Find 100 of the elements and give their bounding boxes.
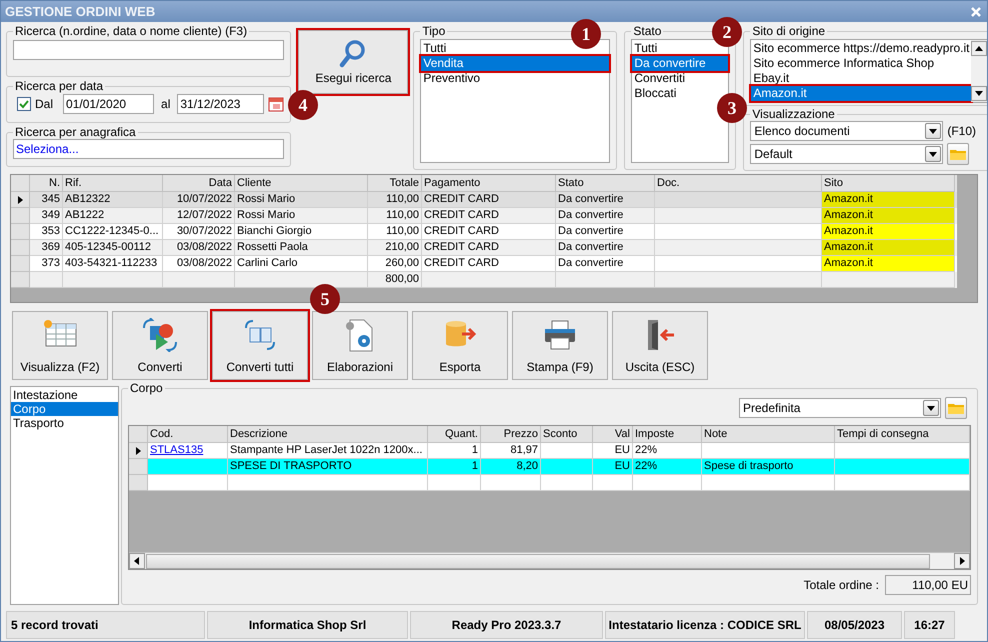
- list-item[interactable]: Amazon.it: [751, 86, 972, 101]
- group-label: Corpo: [129, 381, 164, 395]
- folder-button[interactable]: [945, 397, 967, 419]
- row-header-cell[interactable]: [11, 256, 30, 272]
- row-header-cell[interactable]: [11, 208, 30, 224]
- date-field[interactable]: 31/12/2023: [177, 94, 264, 114]
- group-label: Ricerca per anagrafica: [14, 125, 137, 139]
- calendar-icon: [268, 96, 284, 112]
- list-item[interactable]: Vendita: [421, 56, 610, 71]
- status-field: 16:27: [904, 611, 955, 639]
- toolbar-button[interactable]: Stampa (F9): [512, 311, 608, 380]
- list-item[interactable]: Trasporto: [11, 416, 118, 430]
- toolbar-button[interactable]: Converti: [112, 311, 208, 380]
- folder-icon: [948, 402, 964, 414]
- list-item[interactable]: Tutti: [421, 41, 448, 56]
- table-row[interactable]: 373 403-54321-112233 03/08/2022 Carlini Carlo 260,00 CREDIT CARD Da convertire Amazon.it: [11, 256, 957, 272]
- group-label: Ricerca per data: [14, 79, 104, 93]
- toolbar-button[interactable]: Converti tutti: [212, 311, 308, 380]
- row-header-cell[interactable]: [11, 192, 30, 208]
- group-label: Tipo: [421, 24, 446, 38]
- caret-icon: [929, 128, 938, 134]
- group-label: Sito di origine: [751, 24, 826, 38]
- search-field[interactable]: [13, 40, 284, 60]
- toolbar-button[interactable]: Esporta: [412, 311, 508, 380]
- dropdown-button[interactable]: [925, 123, 942, 139]
- group-label: Ricerca (n.ordine, data o nome cliente) (F3): [14, 24, 248, 38]
- table-row[interactable]: SPESE DI TRASPORTO 1 8,20 EU 22% Spese di trasporto: [129, 459, 970, 475]
- documents-icon: [242, 318, 278, 352]
- table-cell: Amazon.it: [822, 240, 955, 256]
- status-field: 5 record trovati: [6, 611, 205, 639]
- search-icon: [339, 39, 368, 69]
- table-cell: Amazon.it: [822, 224, 955, 240]
- dropdown-button[interactable]: [925, 146, 942, 162]
- list-box[interactable]: Tutti Vendita Preventivo: [420, 39, 610, 163]
- list-item[interactable]: Intestazione: [11, 388, 118, 402]
- date-field[interactable]: 01/01/2020: [63, 94, 154, 114]
- status-field: Intestatario licenza : CODICE SRL: [605, 611, 805, 639]
- table-icon: [42, 318, 78, 348]
- table-row[interactable]: 345 AB12322 10/07/2022 Rossi Mario 110,00 CREDIT CARD Da convertire Amazon.it: [11, 192, 957, 208]
- table-cell: Amazon.it: [822, 256, 955, 272]
- printer-icon: [542, 318, 578, 352]
- list-item[interactable]: Sito ecommerce Informatica Shop: [751, 56, 936, 71]
- toolbar-button[interactable]: Visualizza (F2): [12, 311, 108, 380]
- scrollbar[interactable]: [971, 40, 987, 102]
- checkbox[interactable]: [17, 97, 31, 111]
- total-label: Totale ordine :: [804, 577, 879, 594]
- caret-icon: [929, 152, 938, 156]
- search-button[interactable]: Esegui ricerca: [298, 30, 408, 94]
- row-header-cell[interactable]: [11, 224, 30, 240]
- field-label: al: [161, 96, 170, 113]
- row-header-cell[interactable]: [129, 475, 148, 491]
- shortcut-label: (F10): [947, 123, 976, 140]
- total-field: 110,00 EU: [885, 575, 971, 595]
- list-item[interactable]: Tutti: [632, 41, 660, 56]
- product-link[interactable]: STLAS135: [150, 444, 204, 456]
- table-cell: Amazon.it: [822, 192, 955, 208]
- window-title: GESTIONE ORDINI WEB: [5, 2, 156, 21]
- table-row[interactable]: 369 405-12345-00112 03/08/2022 Rossetti Paola 210,00 CREDIT CARD Da convertire Amazon.it: [11, 240, 957, 256]
- close-button[interactable]: [969, 4, 983, 18]
- status-field: Informatica Shop Srl: [207, 611, 408, 639]
- list-box[interactable]: Tutti Da convertire Convertiti Bloccati: [631, 39, 730, 163]
- status-field: Ready Pro 2023.3.7: [410, 611, 603, 639]
- check-icon: [19, 100, 29, 108]
- convert-icon: [142, 318, 178, 352]
- list-item[interactable]: Ebay.it: [751, 71, 792, 86]
- calendar-button[interactable]: [268, 96, 284, 112]
- select-field[interactable]: Seleziona...: [13, 139, 284, 159]
- table-cell: Amazon.it: [822, 208, 955, 224]
- table-row[interactable]: 353 CC1222-12345-0... 30/07/2022 Bianchi Giorgio 110,00 CREDIT CARD Da convertire Amazon.it: [11, 224, 957, 240]
- status-field: 08/05/2023: [807, 611, 902, 639]
- checkbox-label: Dal: [35, 96, 54, 113]
- list-item[interactable]: Preventivo: [421, 71, 482, 86]
- horizontal-scrollbar[interactable]: [129, 552, 970, 569]
- list-item[interactable]: Bloccati: [632, 86, 678, 101]
- dropdown-field[interactable]: Predefinita: [739, 398, 941, 418]
- table-row[interactable]: 349 AB1222 12/07/2022 Rossi Mario 110,00 CREDIT CARD Da convertire Amazon.it: [11, 208, 957, 224]
- row-header-cell[interactable]: [11, 272, 30, 288]
- dropdown-button[interactable]: [923, 400, 939, 416]
- row-header-cell[interactable]: [129, 459, 148, 475]
- current-row-icon: [18, 196, 22, 204]
- toolbar-button[interactable]: Elaborazioni: [312, 311, 408, 380]
- dropdown-field[interactable]: Default: [750, 144, 944, 164]
- folder-button[interactable]: [947, 143, 970, 165]
- scroll-right-icon: [954, 553, 970, 569]
- list-item[interactable]: Corpo: [11, 402, 118, 416]
- folder-icon: [950, 148, 966, 160]
- group-label: Visualizzazione: [751, 107, 836, 121]
- list-box[interactable]: Sito ecommerce https://demo.readypro.it Sito ecommerce Informatica Shop Ebay.it Amazon.it: [751, 40, 972, 102]
- row-header-cell[interactable]: [11, 240, 30, 256]
- dropdown-field[interactable]: Elenco documenti: [750, 121, 944, 141]
- list-item[interactable]: Sito ecommerce https://demo.readypro.it: [751, 41, 972, 56]
- toolbar-button[interactable]: Uscita (ESC): [612, 311, 708, 380]
- scroll-thumb[interactable]: [146, 554, 930, 568]
- row-header-cell[interactable]: [129, 443, 148, 459]
- list-item[interactable]: Da convertire: [632, 56, 728, 71]
- close-icon: [971, 6, 981, 16]
- caret-icon: [927, 406, 935, 410]
- list-item[interactable]: Convertiti: [632, 71, 688, 86]
- table-row[interactable]: STLAS135 Stampante HP LaserJet 1022n 1200x... 1 81,97 EU 22%: [129, 443, 970, 459]
- group-label: Stato: [632, 24, 662, 38]
